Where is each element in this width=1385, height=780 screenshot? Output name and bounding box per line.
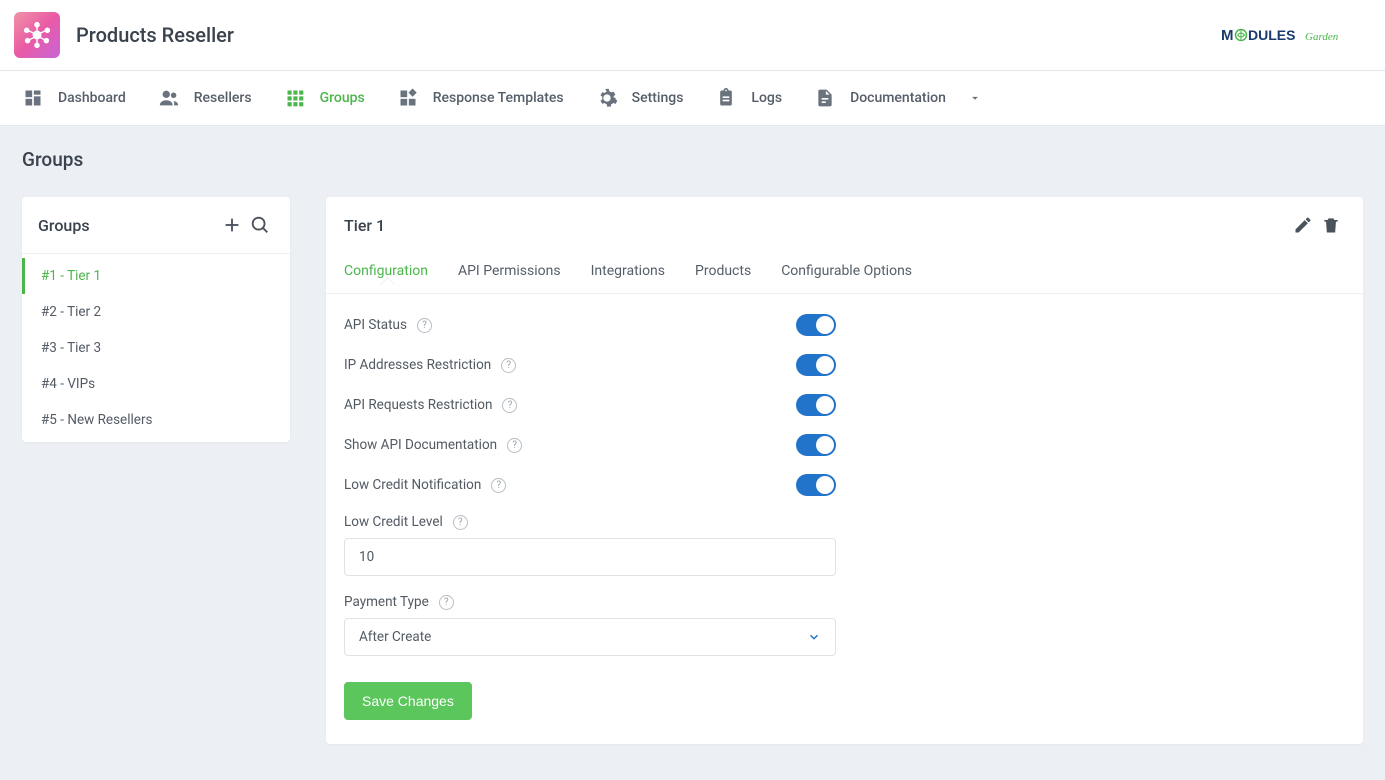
search-icon (249, 214, 271, 236)
nav-documentation[interactable]: Documentation (798, 71, 998, 125)
row-api-status: API Status ? (344, 314, 1345, 336)
label-ip-restriction: IP Addresses Restriction (344, 357, 491, 373)
nav-label: Dashboard (58, 90, 126, 106)
tab-products[interactable]: Products (695, 253, 751, 293)
grid-icon (284, 87, 306, 109)
chevron-down-icon (807, 630, 821, 644)
help-icon[interactable]: ? (501, 358, 516, 373)
tab-api-permissions[interactable]: API Permissions (458, 253, 561, 293)
help-icon[interactable]: ? (439, 595, 454, 610)
app-header: Products Reseller M DULES Garden (0, 0, 1385, 71)
label-payment-type: Payment Type (344, 594, 429, 610)
tab-integrations[interactable]: Integrations (591, 253, 665, 293)
search-groups-button[interactable] (246, 211, 274, 239)
svg-text:Garden: Garden (1305, 31, 1339, 43)
app-title: Products Reseller (76, 23, 1221, 47)
edit-group-button[interactable] (1289, 211, 1317, 239)
low-credit-level-label-row: Low Credit Level ? (344, 514, 1345, 530)
delete-group-button[interactable] (1317, 211, 1345, 239)
plus-icon (221, 214, 243, 236)
gear-icon (596, 87, 618, 109)
add-group-button[interactable] (218, 211, 246, 239)
page-content: Groups Groups #1 - Tier 1 #2 - Tier 2 #3… (0, 126, 1385, 774)
row-show-api-documentation: Show API Documentation ? (344, 434, 1345, 456)
widgets-icon (397, 87, 419, 109)
document-icon (814, 87, 836, 109)
page-title: Groups (22, 148, 1363, 171)
label-api-requests-restriction: API Requests Restriction (344, 397, 492, 413)
sidebar-item-vips[interactable]: #4 - VIPs (22, 366, 290, 402)
low-credit-level-input[interactable] (359, 549, 821, 565)
payment-type-select[interactable]: After Create (344, 618, 836, 656)
nav-label: Logs (751, 90, 782, 106)
sidebar-item-tier1[interactable]: #1 - Tier 1 (22, 258, 290, 294)
nav-label: Documentation (850, 90, 946, 106)
main-nav: Dashboard Resellers Groups Response Temp… (0, 71, 1385, 126)
toggle-api-requests-restriction[interactable] (796, 394, 836, 416)
nav-response-templates[interactable]: Response Templates (381, 71, 580, 125)
toggle-low-credit-notification[interactable] (796, 474, 836, 496)
people-icon (158, 87, 180, 109)
nav-dashboard[interactable]: Dashboard (6, 71, 142, 125)
toggle-ip-restriction[interactable] (796, 354, 836, 376)
network-icon (22, 20, 52, 50)
label-api-status: API Status (344, 317, 407, 333)
pencil-icon (1293, 215, 1313, 235)
nav-label: Response Templates (433, 90, 564, 106)
app-logo (14, 12, 60, 58)
nav-settings[interactable]: Settings (580, 71, 700, 125)
save-changes-button[interactable]: Save Changes (344, 682, 472, 720)
nav-logs[interactable]: Logs (699, 71, 798, 125)
label-low-credit-notification: Low Credit Notification (344, 477, 481, 493)
svg-text:M: M (1221, 27, 1234, 44)
svg-text:DULES: DULES (1248, 27, 1295, 43)
row-ip-restriction: IP Addresses Restriction ? (344, 354, 1345, 376)
brand-logo: M DULES Garden (1221, 22, 1371, 48)
help-icon[interactable]: ? (417, 318, 432, 333)
group-title: Tier 1 (344, 216, 1289, 235)
help-icon[interactable]: ? (491, 478, 506, 493)
row-low-credit-notification: Low Credit Notification ? (344, 474, 1345, 496)
help-icon[interactable]: ? (502, 398, 517, 413)
nav-groups[interactable]: Groups (268, 71, 381, 125)
trash-icon (1321, 215, 1341, 235)
chevron-down-icon (968, 91, 982, 105)
group-detail-header: Tier 1 (326, 197, 1363, 253)
clipboard-icon (715, 87, 737, 109)
toggle-api-status[interactable] (796, 314, 836, 336)
toggle-show-api-documentation[interactable] (796, 434, 836, 456)
sidebar-item-tier2[interactable]: #2 - Tier 2 (22, 294, 290, 330)
sidebar-list: #1 - Tier 1 #2 - Tier 2 #3 - Tier 3 #4 -… (22, 254, 290, 442)
nav-label: Groups (320, 90, 365, 106)
dashboard-icon (22, 87, 44, 109)
tab-configurable-options[interactable]: Configurable Options (781, 253, 912, 293)
label-low-credit-level: Low Credit Level (344, 514, 443, 530)
group-tabs: Configuration API Permissions Integratio… (326, 253, 1363, 294)
groups-sidebar: Groups #1 - Tier 1 #2 - Tier 2 #3 - Tier… (22, 197, 290, 442)
configuration-form: API Status ? IP Addresses Restriction ? … (326, 294, 1363, 744)
row-api-requests-restriction: API Requests Restriction ? (344, 394, 1345, 416)
payment-type-label-row: Payment Type ? (344, 594, 1345, 610)
sidebar-header: Groups (22, 197, 290, 254)
nav-resellers[interactable]: Resellers (142, 71, 268, 125)
help-icon[interactable]: ? (453, 515, 468, 530)
nav-label: Resellers (194, 90, 252, 106)
label-show-api-documentation: Show API Documentation (344, 437, 497, 453)
payment-type-value: After Create (359, 629, 431, 645)
tab-configuration[interactable]: Configuration (344, 253, 428, 293)
sidebar-item-tier3[interactable]: #3 - Tier 3 (22, 330, 290, 366)
sidebar-title: Groups (38, 216, 218, 235)
nav-label: Settings (632, 90, 684, 106)
sidebar-item-new-resellers[interactable]: #5 - New Resellers (22, 402, 290, 438)
help-icon[interactable]: ? (507, 438, 522, 453)
group-detail-card: Tier 1 Configuration API Permissions Int… (326, 197, 1363, 744)
low-credit-level-input-wrap (344, 538, 836, 576)
